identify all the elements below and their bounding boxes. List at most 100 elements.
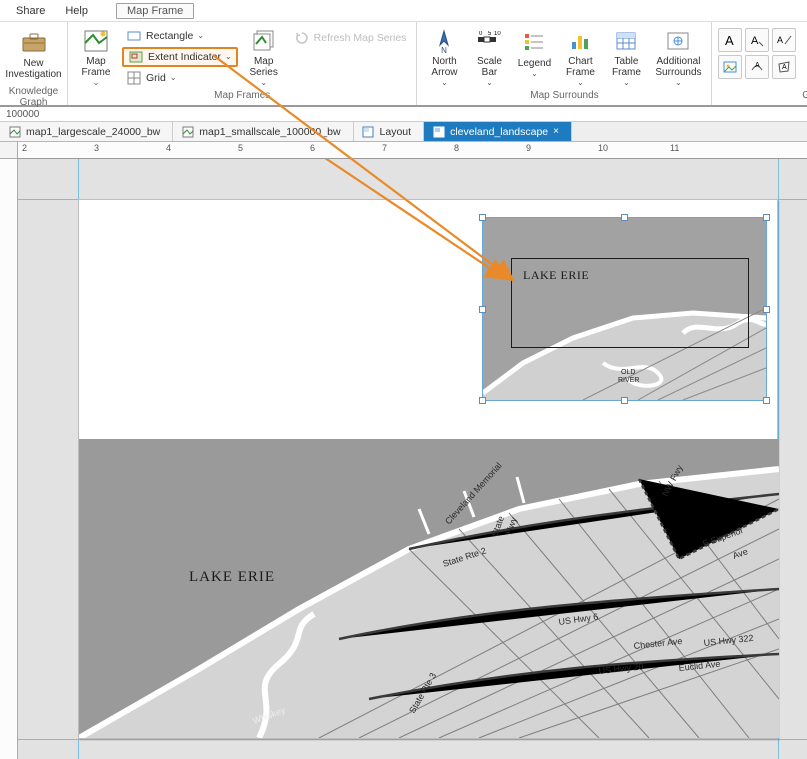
ribbon-group-map-frames: Map Frame ⌄ Rectangle ⌄ Extent Indicator… [68, 22, 417, 105]
resize-handle[interactable] [621, 397, 628, 404]
doc-tab-label: map1_largescale_24000_bw [26, 126, 160, 138]
straight-text-icon[interactable]: A [772, 28, 796, 52]
resize-handle[interactable] [479, 397, 486, 404]
curved-text-icon[interactable]: A [745, 55, 769, 79]
resize-handle[interactable] [763, 214, 770, 221]
doc-tab-label: cleveland_landscape [450, 126, 548, 138]
ribbon-group-map-surrounds: N North Arrow ⌄ 0510 Scale Bar ⌄ Legend … [417, 22, 712, 105]
refresh-map-series-button: Refresh Map Series [290, 28, 411, 48]
ruler-vertical [0, 159, 18, 759]
chart-frame-label: Chart Frame [566, 56, 595, 78]
grid-icon [126, 70, 142, 86]
picture-icon[interactable] [718, 55, 742, 79]
resize-handle[interactable] [479, 214, 486, 221]
point-text-icon[interactable]: A [745, 28, 769, 52]
extent-indicator-label: Extent Indicator [148, 51, 221, 63]
resize-handle[interactable] [763, 306, 770, 313]
ruler-tick-label: 11 [670, 143, 679, 153]
rectangle-button[interactable]: Rectangle ⌄ [122, 26, 238, 46]
resize-handle[interactable] [621, 214, 628, 221]
doc-tab-cleveland[interactable]: cleveland_landscape × [424, 122, 572, 141]
selection-outline [482, 217, 767, 401]
layout-icon [362, 125, 375, 138]
chevron-down-icon: ⌄ [577, 80, 584, 86]
extent-indicator-icon [128, 49, 144, 65]
chart-icon [565, 28, 595, 54]
map-view-icon [181, 125, 194, 138]
table-frame-label: Table Frame [612, 56, 641, 78]
group-label-map-surrounds: Map Surrounds [423, 90, 705, 103]
map-frame-button[interactable]: Map Frame ⌄ [74, 24, 118, 86]
ruler-tick-label: 4 [166, 143, 171, 153]
legend-button[interactable]: Legend ⌄ [513, 24, 555, 86]
polygon-text-icon[interactable]: A [772, 55, 796, 79]
svg-text:N: N [442, 46, 448, 54]
map-series-icon [249, 28, 279, 54]
menu-help[interactable]: Help [55, 3, 98, 19]
chevron-down-icon: ⌄ [197, 33, 204, 39]
additional-surrounds-button[interactable]: Additional Surrounds ⌄ [651, 24, 705, 86]
chevron-down-icon: ⌄ [675, 80, 682, 86]
svg-text:5: 5 [488, 31, 492, 37]
context-tab-map-frame[interactable]: Map Frame [116, 3, 194, 19]
document-tab-strip: map1_largescale_24000_bw map1_smallscale… [0, 122, 807, 142]
doc-tab-map1-small[interactable]: map1_smallscale_100000_bw [173, 122, 353, 141]
additional-surrounds-label: Additional Surrounds [655, 56, 701, 78]
group-label-knowledge-graph: Knowledge Graph [6, 86, 61, 110]
inset-map-frame[interactable]: OLD RIVER LAKE ERIE [483, 218, 766, 400]
layout-page[interactable]: OLD RIVER LAKE ERIE [78, 199, 778, 739]
new-investigation-label: New Investigation [5, 58, 61, 80]
ruler-tick-label: 2 [22, 143, 27, 153]
doc-tab-layout[interactable]: Layout [354, 122, 425, 141]
doc-tab-map1-large[interactable]: map1_largescale_24000_bw [0, 122, 173, 141]
chart-frame-button[interactable]: Chart Frame ⌄ [559, 24, 601, 86]
map-view-icon [8, 125, 21, 138]
map-frame-icon [81, 28, 111, 54]
text-tool-icon[interactable]: A [718, 28, 742, 52]
close-icon[interactable]: × [553, 126, 559, 137]
new-investigation-button[interactable]: New Investigation [6, 24, 61, 86]
menu-bar: Share Help Map Frame [0, 0, 807, 22]
ruler-tick-label: 6 [310, 143, 315, 153]
chevron-down-icon: ⌄ [623, 80, 630, 86]
svg-text:A: A [725, 33, 734, 48]
doc-tab-label: Layout [380, 126, 412, 138]
main-map-graphic: Cleveland Memorial State Hwy State Rte 2… [79, 439, 779, 738]
resize-handle[interactable] [763, 397, 770, 404]
north-arrow-icon: N [429, 28, 459, 54]
ruler-tick-label: 9 [526, 143, 531, 153]
table-frame-button[interactable]: Table Frame ⌄ [605, 24, 647, 86]
ribbon-group-knowledge-graph: New Investigation Knowledge Graph [0, 22, 68, 105]
grid-label: Grid [146, 72, 166, 84]
layout-guide[interactable] [18, 739, 807, 740]
map-series-button[interactable]: Map Series ⌄ [242, 24, 286, 86]
group-label-graphics-text: Graphics and Text [718, 90, 807, 103]
chevron-down-icon: ⌄ [441, 80, 448, 86]
briefcase-icon [19, 28, 49, 56]
table-icon [611, 28, 641, 54]
ribbon-group-graphics-text: A A A A A A Dynamic Text ⌄ [712, 22, 807, 105]
menu-share[interactable]: Share [6, 3, 55, 19]
main-map-frame[interactable]: Cleveland Memorial State Hwy State Rte 2… [79, 439, 779, 738]
scale-bar-button[interactable]: 0510 Scale Bar ⌄ [469, 24, 509, 86]
resize-handle[interactable] [479, 306, 486, 313]
ruler-tick-label: 7 [382, 143, 387, 153]
layout-view[interactable]: 2 3 4 5 6 7 8 9 10 11 [0, 142, 807, 759]
ruler-tick-label: 5 [238, 143, 243, 153]
ruler-tick-label: 8 [454, 143, 459, 153]
grid-button[interactable]: Grid ⌄ [122, 68, 238, 88]
layout-viewport[interactable]: OLD RIVER LAKE ERIE [18, 159, 807, 759]
svg-text:A: A [777, 35, 783, 45]
extent-indicator-button[interactable]: Extent Indicator ⌄ [122, 47, 238, 67]
additional-surrounds-icon [663, 28, 693, 54]
legend-icon [519, 28, 549, 56]
svg-text:A: A [755, 62, 760, 69]
legend-label: Legend [518, 58, 551, 69]
graphics-gallery[interactable]: A A A A A [718, 24, 796, 79]
map-frame-label: Map Frame [82, 56, 111, 78]
doc-tab-label: map1_smallscale_100000_bw [199, 126, 340, 138]
ruler-corner [0, 142, 18, 159]
north-arrow-button[interactable]: N North Arrow ⌄ [423, 24, 465, 86]
chevron-down-icon: ⌄ [170, 75, 177, 81]
ruler-tick-label: 3 [94, 143, 99, 153]
